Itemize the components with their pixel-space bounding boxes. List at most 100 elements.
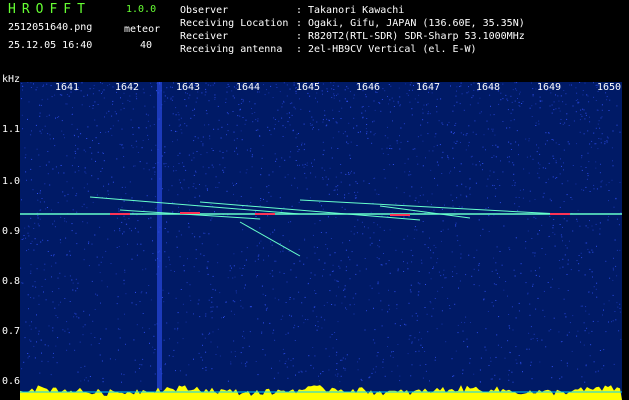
- noise-speck: [488, 365, 490, 366]
- noise-speck: [589, 121, 591, 123]
- noise-speck: [203, 255, 205, 257]
- noise-speck: [514, 182, 516, 184]
- noise-speck: [150, 299, 152, 301]
- noise-speck: [269, 233, 271, 235]
- noise-speck: [357, 131, 359, 133]
- noise-speck: [178, 163, 180, 164]
- noise-speck: [99, 354, 101, 356]
- noise-speck: [140, 380, 142, 382]
- noise-speck: [535, 274, 537, 276]
- noise-speck: [285, 360, 287, 362]
- noise-speck: [585, 365, 587, 367]
- noise-speck: [279, 360, 281, 362]
- noise-speck: [569, 84, 570, 86]
- noise-speck: [528, 348, 530, 350]
- noise-speck: [434, 177, 435, 179]
- noise-speck: [353, 303, 355, 305]
- noise-speck: [312, 165, 313, 167]
- noise-speck: [527, 230, 529, 232]
- noise-speck: [167, 166, 169, 168]
- noise-speck: [237, 153, 239, 155]
- noise-speck: [489, 94, 491, 96]
- noise-speck: [387, 336, 389, 338]
- noise-speck: [384, 90, 386, 92]
- noise-speck: [166, 221, 167, 223]
- noise-speck: [40, 104, 42, 106]
- noise-speck: [129, 95, 131, 97]
- noise-speck: [332, 118, 334, 119]
- noise-speck: [379, 226, 381, 228]
- noise-speck: [261, 331, 263, 333]
- noise-speck: [314, 306, 316, 308]
- noise-speck: [106, 286, 108, 288]
- noise-speck: [22, 282, 24, 284]
- noise-speck: [563, 162, 564, 164]
- noise-speck: [21, 368, 23, 370]
- noise-speck: [572, 165, 574, 166]
- noise-speck: [271, 367, 272, 369]
- noise-speck: [260, 174, 262, 176]
- noise-speck: [418, 94, 420, 96]
- noise-speck: [250, 187, 252, 189]
- spectrogram: kHz 1641 1642 1643 1644 1645 1646 1647 1…: [2, 74, 622, 400]
- noise-speck: [53, 352, 54, 354]
- noise-speck: [326, 184, 328, 186]
- noise-speck: [251, 154, 253, 156]
- noise-speck: [535, 122, 537, 124]
- noise-speck: [509, 249, 511, 251]
- noise-speck: [289, 297, 291, 298]
- x-tick-label: 1644: [236, 82, 260, 93]
- noise-speck: [345, 270, 347, 272]
- noise-speck: [181, 187, 183, 189]
- noise-speck: [596, 296, 598, 298]
- noise-speck: [428, 272, 430, 274]
- noise-speck: [605, 331, 607, 333]
- noise-speck: [368, 106, 370, 107]
- noise-speck: [619, 249, 621, 251]
- noise-speck: [536, 151, 538, 153]
- noise-speck: [409, 101, 411, 103]
- noise-speck: [336, 122, 338, 124]
- noise-speck: [241, 98, 243, 100]
- noise-speck: [33, 83, 34, 85]
- noise-speck: [41, 352, 42, 354]
- noise-speck: [462, 369, 464, 371]
- noise-speck: [493, 257, 494, 259]
- noise-speck: [218, 119, 220, 121]
- noise-speck: [246, 361, 248, 363]
- noise-speck: [205, 91, 207, 93]
- noise-speck: [551, 104, 553, 106]
- noise-speck: [609, 277, 611, 279]
- noise-speck: [198, 352, 200, 354]
- noise-speck: [331, 334, 333, 335]
- noise-speck: [593, 184, 595, 186]
- noise-speck: [429, 301, 431, 303]
- noise-speck: [361, 221, 363, 223]
- noise-speck: [259, 242, 260, 244]
- noise-speck: [408, 302, 410, 304]
- noise-speck: [83, 149, 85, 151]
- noise-speck: [580, 109, 582, 111]
- noise-speck: [438, 271, 440, 273]
- noise-speck: [580, 305, 582, 307]
- noise-speck: [473, 257, 475, 259]
- noise-speck: [336, 339, 338, 340]
- noise-speck: [50, 254, 52, 256]
- noise-speck: [529, 107, 531, 109]
- noise-speck: [306, 188, 308, 190]
- noise-speck: [493, 171, 495, 173]
- noise-speck: [576, 335, 578, 337]
- noise-speck: [120, 109, 122, 111]
- noise-speck: [64, 275, 66, 277]
- noise-speck: [242, 229, 244, 231]
- noise-speck: [414, 337, 416, 339]
- noise-speck: [80, 380, 82, 382]
- noise-speck: [279, 197, 281, 199]
- app-version: 1.0.0: [126, 4, 157, 15]
- noise-speck: [381, 99, 383, 100]
- noise-speck: [455, 143, 457, 144]
- noise-speck: [465, 134, 467, 136]
- noise-speck: [276, 87, 278, 88]
- noise-speck: [186, 311, 188, 313]
- noise-speck: [531, 378, 533, 380]
